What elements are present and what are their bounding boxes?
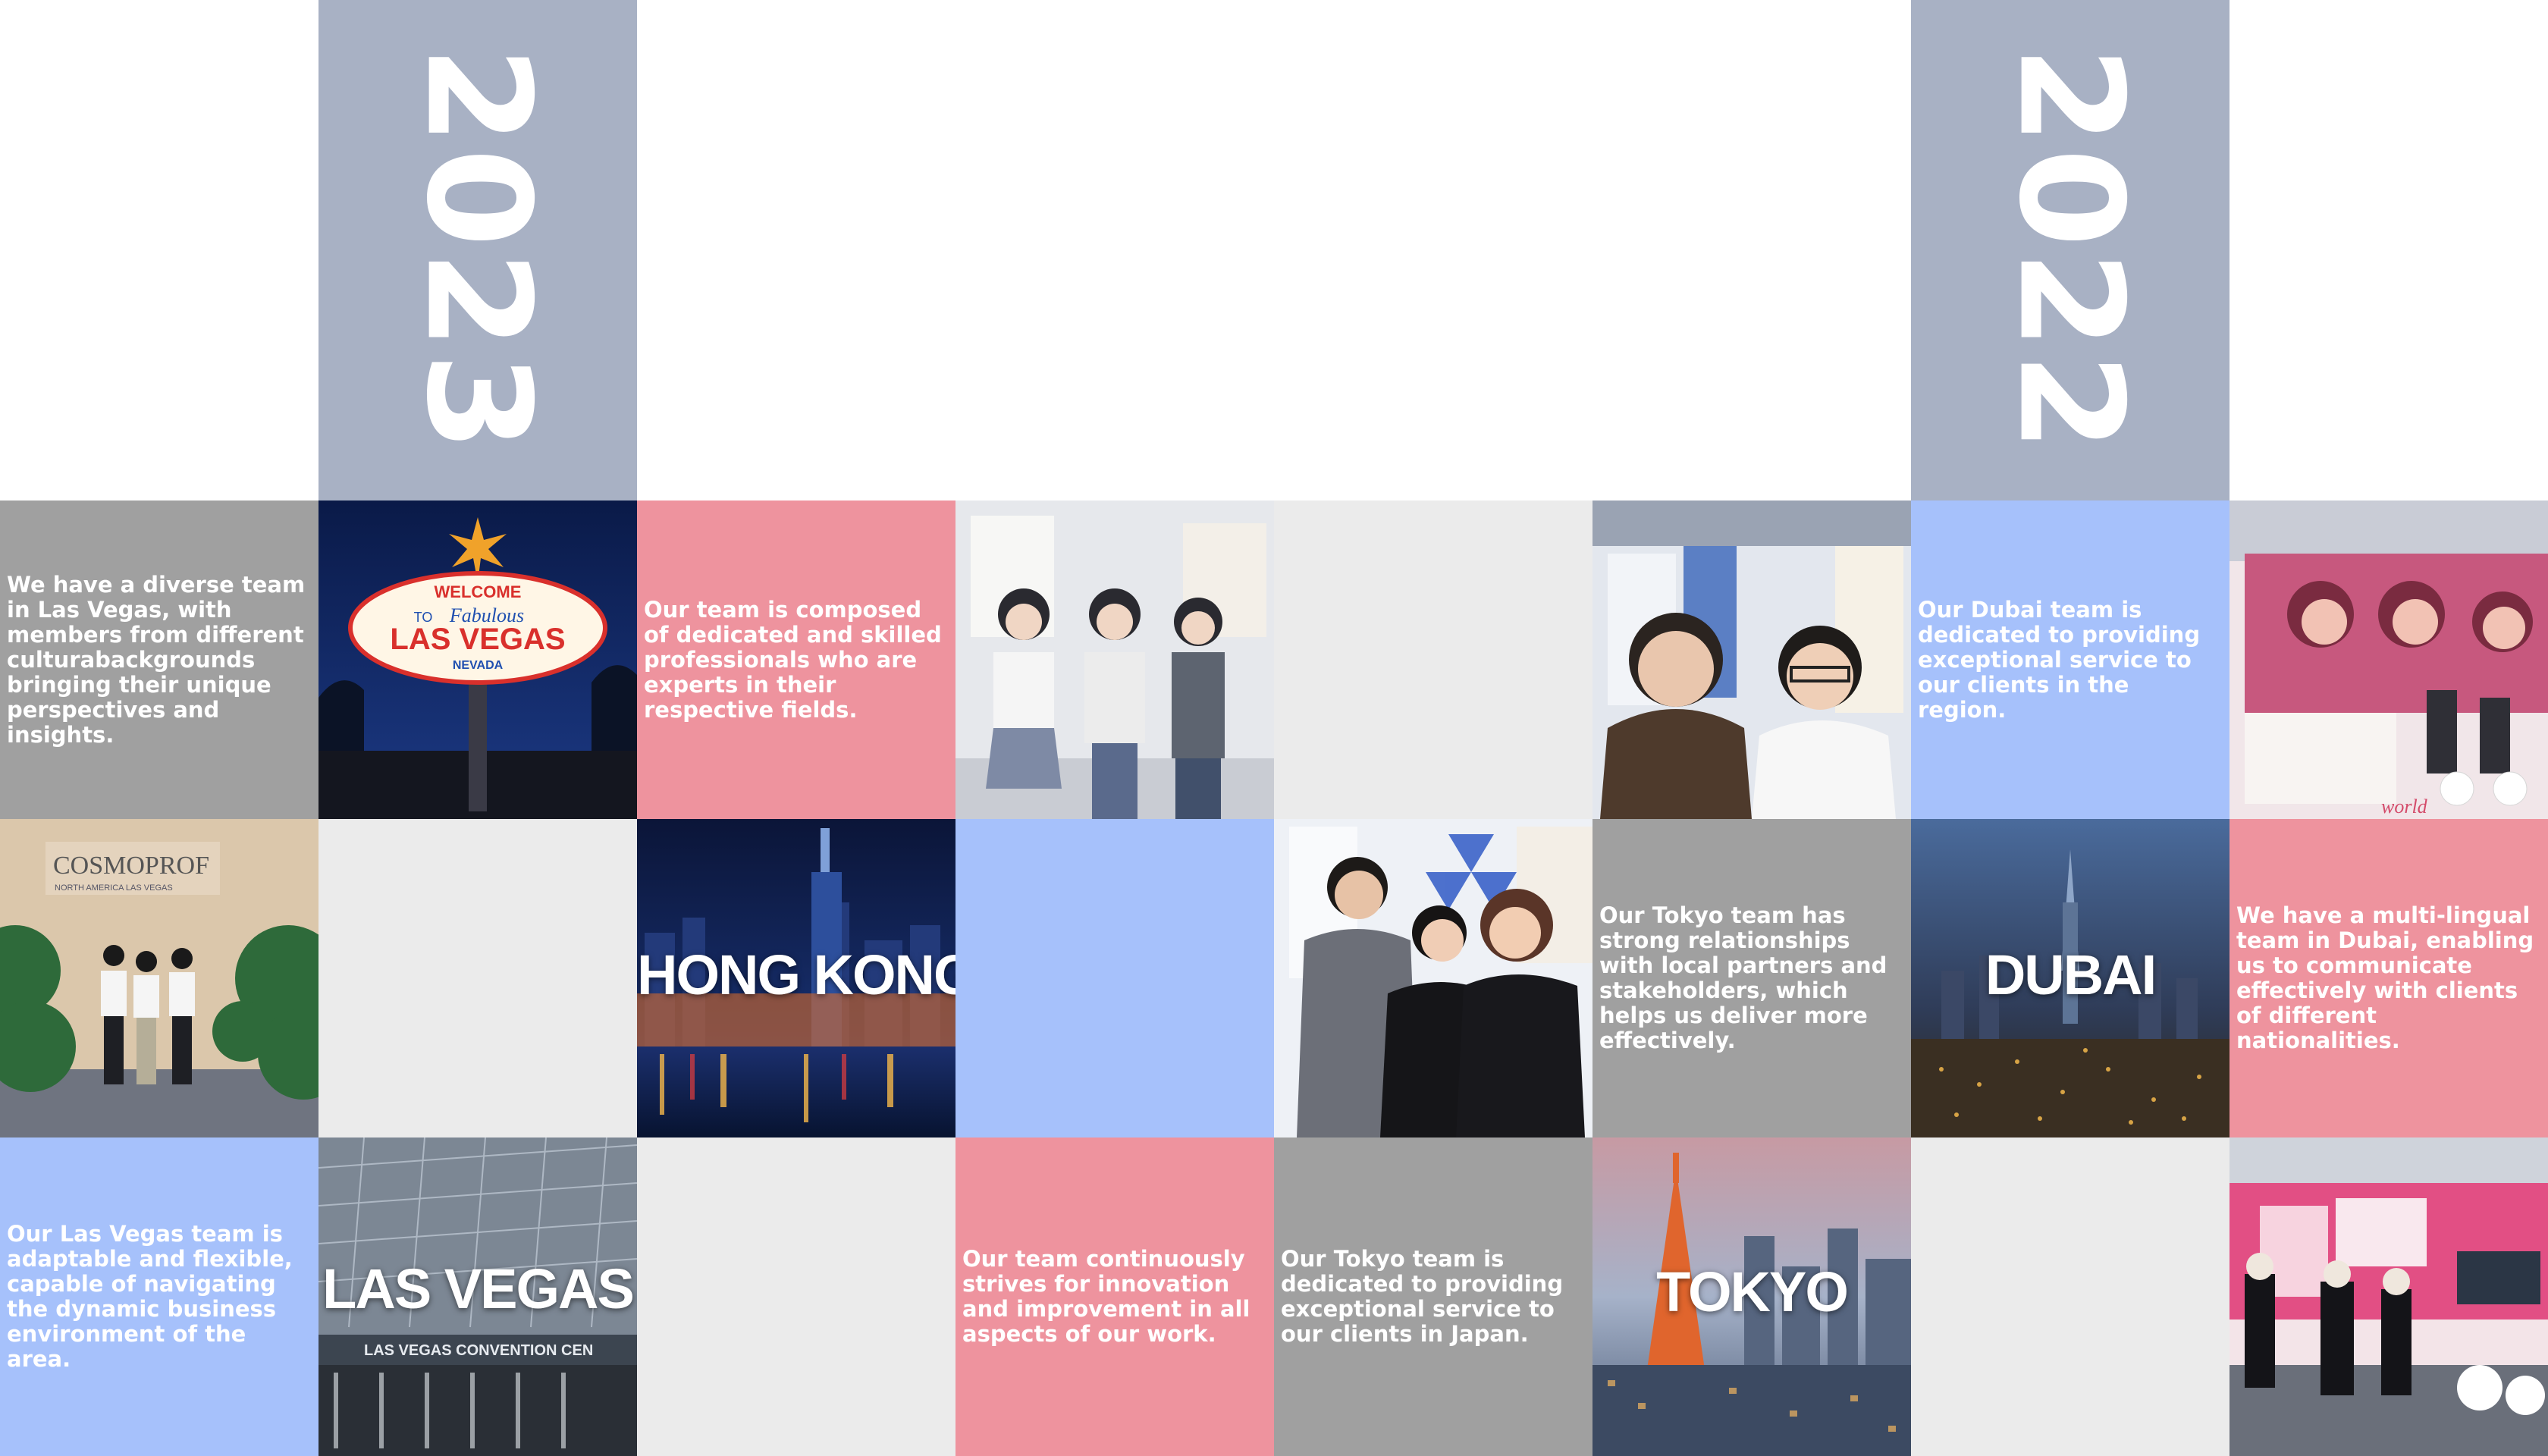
- tile-lv-adaptable: Our Las Vegas team is adaptable and flex…: [0, 1138, 318, 1456]
- convention-sign-text: LAS VEGAS CONVENTION CEN: [364, 1342, 593, 1359]
- tokyo-booth-team-illustration: [1274, 819, 1592, 1138]
- tile-lv-diverse-text: We have a diverse team in Las Vegas, wit…: [7, 571, 306, 748]
- photo-hong-kong[interactable]: HONG KONG: [637, 819, 956, 1138]
- photo-tokyo-booth-team[interactable]: [1274, 819, 1592, 1138]
- tile-dubai-dedicated: Our Dubai team is dedicated to providing…: [1911, 500, 2230, 819]
- photo-dubai[interactable]: DUBAI: [1911, 819, 2230, 1138]
- tile-team-innovation: Our team continuously strives for innova…: [956, 1138, 1274, 1456]
- tile-team-composed-text: Our team is composed of dedicated and sk…: [644, 596, 942, 723]
- booth-team-illustration: [956, 500, 1274, 819]
- blank-tile-r1-c4: [1274, 500, 1592, 819]
- cosmoprof-logo-text: COSMOPROF: [53, 852, 209, 880]
- year-2023-label: 2023: [395, 46, 561, 455]
- cosmoprof-booth-illustration: COSMOPROF NORTH AMERICA LAS VEGAS: [0, 819, 318, 1138]
- sign-nevada: NEVADA: [453, 659, 504, 672]
- booth-two-men-illustration: [1592, 500, 1911, 819]
- tile-lv-diverse: We have a diverse team in Las Vegas, wit…: [0, 500, 318, 819]
- tile-lv-adaptable-text: Our Las Vegas team is adaptable and flex…: [7, 1221, 293, 1372]
- tile-dubai-dedicated-text: Our Dubai team is dedicated to providing…: [1918, 596, 2201, 723]
- tile-tokyo-dedicated: Our Tokyo team is dedicated to providing…: [1274, 1138, 1592, 1456]
- year-2022-label: 2022: [1988, 46, 2154, 455]
- blank-tile-r2-c1: [318, 819, 637, 1138]
- blank-tile-r2-c3: [956, 819, 1274, 1138]
- blank-tile-r3-c6: [1911, 1138, 2230, 1456]
- blank-tile-r3-c2: [637, 1138, 956, 1456]
- photo-booth-two-men[interactable]: [1592, 500, 1911, 819]
- city-dubai-label: DUBAI: [1985, 943, 2157, 1006]
- photo-las-vegas-convention[interactable]: LAS VEGAS CONVENTION CEN LAS VEGAS: [318, 1138, 637, 1456]
- year-2023-banner: 2023: [318, 0, 637, 500]
- photo-cosmoprof-booth[interactable]: COSMOPROF NORTH AMERICA LAS VEGAS: [0, 819, 318, 1138]
- photo-dubai-booth-visitors[interactable]: [2230, 1138, 2548, 1456]
- dubai-booth-visitors-illustration: [2230, 1138, 2548, 1456]
- tile-dubai-multilingual: We have a multi-lingual team in Dubai, e…: [2230, 819, 2548, 1138]
- photo-booth-team-three[interactable]: [956, 500, 1274, 819]
- tile-tokyo-dedicated-text: Our Tokyo team is dedicated to providing…: [1281, 1246, 1564, 1347]
- cosmoprof-subtitle: NORTH AMERICA LAS VEGAS: [55, 883, 173, 893]
- tile-team-composed: Our team is composed of dedicated and sk…: [637, 500, 956, 819]
- city-tokyo-label: TOKYO: [1656, 1260, 1849, 1323]
- welcome-sign-illustration: WELCOME TO Fabulous LAS VEGAS NEVADA: [318, 500, 637, 819]
- photo-welcome-sign[interactable]: WELCOME TO Fabulous LAS VEGAS NEVADA: [318, 500, 637, 819]
- tile-tokyo-relationships: Our Tokyo team has strong relationships …: [1592, 819, 1911, 1138]
- year-2022-banner: 2022: [1911, 0, 2230, 500]
- sign-lasvegas: LAS VEGAS: [390, 623, 565, 656]
- tile-dubai-multilingual-text: We have a multi-lingual team in Dubai, e…: [2236, 902, 2534, 1053]
- photo-tokyo[interactable]: TOKYO: [1592, 1138, 1911, 1456]
- sign-welcome: WELCOME: [435, 582, 522, 601]
- city-las-vegas-label: LAS VEGAS: [322, 1257, 635, 1320]
- tile-tokyo-relationships-text: Our Tokyo team has strong relationships …: [1599, 902, 1887, 1053]
- dubai-booth-pink-illustration: world: [2230, 500, 2548, 819]
- city-hong-kong-label: HONG KONG: [637, 943, 956, 1006]
- tile-team-innovation-text: Our team continuously strives for innova…: [962, 1246, 1250, 1347]
- photo-dubai-booth-pink[interactable]: world: [2230, 500, 2548, 819]
- booth-world-text: world: [2381, 795, 2428, 817]
